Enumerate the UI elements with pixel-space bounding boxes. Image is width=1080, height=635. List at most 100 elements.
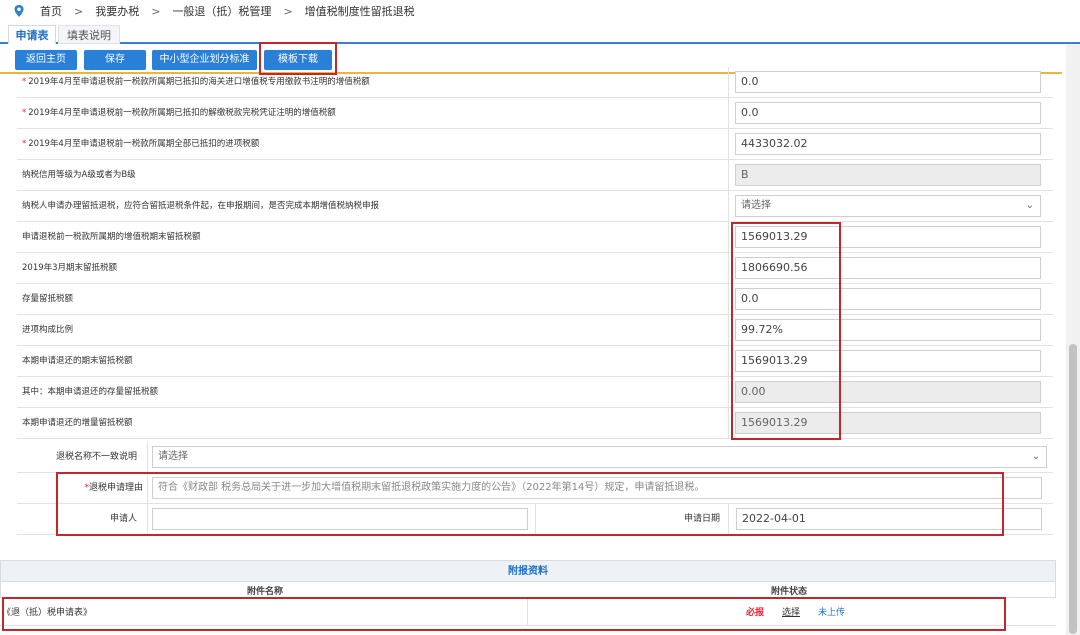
form-row: 申请退税前一税款所属期的增值税期末留抵税额 1569013.29	[17, 222, 1053, 253]
location-pin-icon	[14, 5, 24, 17]
date-input[interactable]: 2022-04-01	[736, 508, 1042, 530]
form-input[interactable]: 0.0	[735, 102, 1041, 124]
form-row: 2019年3月期末留抵税额 1806690.56	[17, 253, 1053, 284]
form-field-value: 0.0	[741, 75, 759, 88]
form-row-label: 本期申请退还的增量留抵税额	[22, 408, 133, 439]
reason-label: *退税申请理由	[17, 473, 143, 504]
applicant-label: 申请人	[109, 514, 137, 524]
date-label: 申请日期	[683, 514, 720, 524]
form-row-label: 申请退税前一税款所属期的增值税期末留抵税额	[22, 222, 201, 253]
form-row: 本期申请退还的期末留抵税额 1569013.29	[17, 346, 1053, 377]
form-row-label: 存量留抵税额	[22, 284, 73, 315]
form-row-label-text: 纳税信用等级为A级或者为B级	[22, 170, 136, 180]
form-row-label: 纳税信用等级为A级或者为B级	[22, 160, 136, 191]
required-mark: *	[22, 108, 27, 118]
form-field-value: 1806690.56	[741, 261, 808, 274]
attachment-name-header: 附件名称	[247, 587, 284, 597]
form-row-label: * 2019年4月至申请退税前一税款所属期全部已抵扣的进项税额	[22, 129, 259, 160]
breadcrumb-current: 增值税制度性留抵退税	[304, 5, 415, 18]
attachment-divider	[527, 598, 528, 626]
column-divider	[728, 408, 729, 439]
form-readonly-field: 1569013.29	[735, 412, 1041, 434]
form-row-label-text: 2019年4月至申请退税前一税款所属期已抵扣的海关进口增值税专用缴款书注明的增值…	[28, 77, 370, 87]
form-row: * 2019年4月至申请退税前一税款所属期已抵扣的解缴税款完税凭证注明的增值税额 0…	[17, 98, 1053, 129]
form-row-label-text: 纳税人申请办理留抵退税，应符合留抵退税条件起，在申报期间，是否完成本期增值税纳税…	[22, 201, 380, 211]
form-input[interactable]: 99.72%	[735, 319, 1041, 341]
breadcrumb-home[interactable]: 首页	[40, 3, 62, 19]
column-divider	[728, 315, 729, 346]
form-readonly-field: 0.00	[735, 381, 1041, 403]
column-divider	[728, 67, 729, 98]
breadcrumb-separator: >	[151, 4, 161, 18]
form-row-label-text: 本期申请退还的期末留抵税额	[22, 356, 133, 366]
form-row-label-text: 进项构成比例	[22, 325, 74, 335]
column-divider	[728, 98, 729, 129]
form-row: 纳税人申请办理留抵退税，应符合留抵退税条件起，在申报期间，是否完成本期增值税纳税…	[17, 191, 1053, 222]
breadcrumb-separator: >	[283, 4, 293, 18]
mismatch-label: 退税名称不一致说明	[55, 452, 137, 462]
column-divider	[728, 284, 729, 315]
form-field-value: 请选择	[741, 200, 771, 211]
form-input[interactable]: 1569013.29	[735, 350, 1041, 372]
form-select[interactable]: 请选择 ⌄	[735, 195, 1041, 217]
reason-input[interactable]: 符合《财政部 税务总局关于进一步加大增值税期末留抵退税政策实施力度的公告》（20…	[152, 477, 1042, 499]
column-divider	[728, 129, 729, 160]
attachment-status-header: 附件状态	[771, 587, 808, 597]
attachment-upload-status[interactable]: 未上传	[818, 605, 845, 618]
tab-application-form[interactable]: 申请表	[8, 25, 56, 44]
date-value: 2022-04-01	[742, 512, 806, 525]
reason-label-text: 退税申请理由	[88, 483, 143, 493]
form-row-label: * 2019年4月至申请退税前一税款所属期已抵扣的海关进口增值税专用缴款书注明的增…	[22, 67, 370, 98]
form-row-label: 纳税人申请办理留抵退税，应符合留抵退税条件起，在申报期间，是否完成本期增值税纳税…	[22, 191, 379, 222]
date-label-cell: 申请日期	[535, 504, 727, 535]
required-mark: *	[22, 77, 27, 87]
mismatch-select[interactable]: 请选择 ⌄	[152, 446, 1047, 468]
applicant-input[interactable]	[152, 508, 528, 530]
column-divider	[728, 222, 729, 253]
form-row-label-text: 本期申请退还的增量留抵税额	[22, 418, 133, 428]
scrollbar-thumb[interactable]	[1069, 344, 1077, 634]
attachment-name: 《退（抵）税申请表》	[2, 608, 93, 618]
form-row-label-text: 2019年4月至申请退税前一税款所属期全部已抵扣的进项税额	[28, 139, 260, 149]
breadcrumb-refund-mgmt[interactable]: 一般退（抵）税管理	[172, 3, 271, 19]
form-field-value: 0.00	[741, 385, 766, 398]
chevron-down-icon: ⌄	[1031, 451, 1040, 462]
form-row-label: 2019年3月期末留抵税额	[22, 253, 117, 284]
attachments-title: 附报资料	[0, 560, 1056, 582]
form-input[interactable]: 1569013.29	[735, 226, 1041, 248]
breadcrumb-separator: >	[74, 4, 84, 18]
form-row-label: 本期申请退还的期末留抵税额	[22, 346, 133, 377]
form-field-value: 1569013.29	[741, 416, 808, 429]
form-row-label-text: 申请退税前一税款所属期的增值税期末留抵税额	[22, 232, 201, 242]
attachment-choose-link[interactable]: 选择	[782, 605, 800, 618]
attachment-row: 《退（抵）税申请表》 必报 选择 未上传	[0, 598, 1056, 626]
form-field-value: 0.0	[741, 106, 759, 119]
form-input[interactable]: 0.0	[735, 71, 1041, 93]
applicant-row: 申请人 申请日期 2022-04-01	[17, 504, 1053, 535]
form-field-value: 1569013.29	[741, 230, 808, 243]
column-divider	[728, 191, 729, 222]
attachments-section: 附报资料 附件名称 附件状态 《退（抵）税申请表》 必报 选择 未上传	[0, 560, 1056, 635]
form-row: 其中：本期申请退还的存量留抵税额 0.00	[17, 377, 1053, 408]
date-cell: 2022-04-01	[728, 504, 1053, 535]
reason-cell: 符合《财政部 税务总局关于进一步加大增值税期末留抵退税政策实施力度的公告》（20…	[147, 473, 1053, 504]
form-input[interactable]: 4433032.02	[735, 133, 1041, 155]
form-field-value: 99.72%	[741, 323, 783, 336]
required-mark: *	[22, 139, 27, 149]
form-field-value: 0.0	[741, 292, 759, 305]
form-input[interactable]: 1806690.56	[735, 257, 1041, 279]
tab-instructions[interactable]: 填表说明	[58, 25, 120, 44]
tab-bar: 申请表 填表说明	[0, 22, 1080, 44]
vertical-scrollbar[interactable]	[1066, 44, 1080, 635]
reason-row: *退税申请理由 符合《财政部 税务总局关于进一步加大增值税期末留抵退税政策实施力…	[17, 473, 1053, 504]
form-row-label: * 2019年4月至申请退税前一税款所属期已抵扣的解缴税款完税凭证注明的增值税额	[22, 98, 336, 129]
form-input[interactable]: 0.0	[735, 288, 1041, 310]
form-row-label-text: 2019年4月至申请退税前一税款所属期已抵扣的解缴税款完税凭证注明的增值税额	[28, 108, 336, 118]
applicant-cell	[147, 504, 535, 535]
form-row: 本期申请退还的增量留抵税额 1569013.29	[17, 408, 1053, 439]
form-row-label: 进项构成比例	[22, 315, 73, 346]
form-row-label-text: 其中：本期申请退还的存量留抵税额	[22, 387, 159, 397]
form-row-label-text: 存量留抵税额	[22, 294, 74, 304]
form-row: * 2019年4月至申请退税前一税款所属期全部已抵扣的进项税额 4433032.02	[17, 129, 1053, 160]
breadcrumb-tax-office[interactable]: 我要办税	[95, 3, 139, 19]
